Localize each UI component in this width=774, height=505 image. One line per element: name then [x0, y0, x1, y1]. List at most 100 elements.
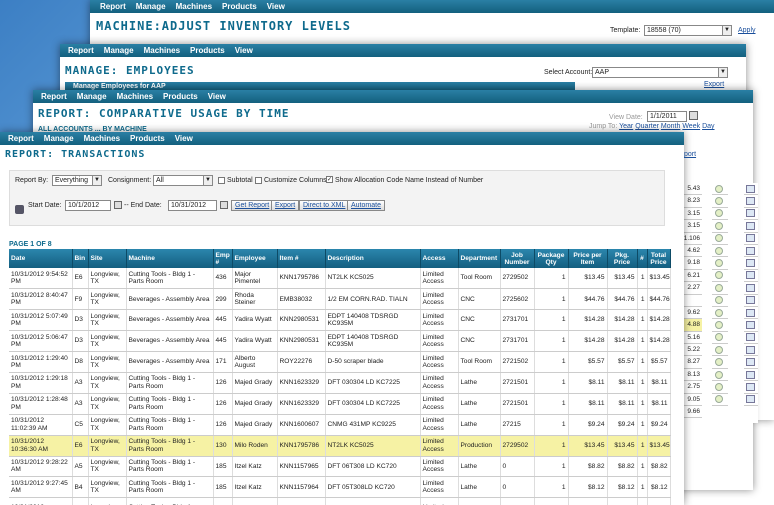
chart-icon[interactable] — [745, 382, 755, 391]
table-row[interactable]: 10/31/2012 8:40:47 PM F9 Longview, TX Bever… — [9, 288, 671, 311]
status-circle-icon[interactable] — [715, 184, 723, 193]
view-date-input[interactable]: 1/1/2011 — [647, 111, 687, 122]
export-button[interactable]: Export — [271, 200, 300, 211]
export-link[interactable]: Export — [704, 81, 724, 88]
nav-manage[interactable]: Manage — [104, 46, 134, 55]
table-row[interactable]: 10/31/2012 5:06:47 PM D3 Longview, TX Bever… — [9, 330, 671, 353]
chart-icon[interactable] — [745, 333, 755, 342]
chart-icon[interactable] — [745, 184, 755, 193]
nav-manage[interactable]: Manage — [136, 2, 166, 11]
nav-view[interactable]: View — [208, 92, 226, 101]
nav-products[interactable]: Products — [130, 134, 165, 143]
table-row[interactable]: 10/31/2012 Longview,Cutting Tools - Bldg … — [9, 497, 671, 505]
account-select[interactable]: AAP ▼ — [592, 67, 728, 78]
column-header[interactable]: Price per Item — [568, 249, 608, 268]
jump-week-link[interactable]: Week — [682, 123, 700, 130]
chart-icon[interactable] — [745, 308, 755, 317]
nav-manage[interactable]: Manage — [77, 92, 107, 101]
end-date-input[interactable]: 10/31/2012 — [168, 200, 217, 211]
chart-icon[interactable] — [745, 296, 755, 305]
chart-icon[interactable] — [745, 221, 755, 230]
status-circle-icon[interactable] — [715, 271, 723, 280]
table-row[interactable]: 10/31/2012 11:02:39 AM C5 Longview, TX Cutt… — [9, 414, 671, 436]
get-report-button[interactable]: Get Report — [231, 200, 274, 211]
nav-machines[interactable]: Machines — [84, 134, 120, 143]
nav-products[interactable]: Products — [222, 2, 257, 11]
allocation-checkbox[interactable]: ✓ — [326, 176, 333, 183]
status-circle-icon[interactable] — [715, 333, 723, 342]
status-circle-icon[interactable] — [715, 345, 723, 354]
chart-icon[interactable] — [745, 345, 755, 354]
column-header[interactable]: # — [637, 249, 648, 268]
nav-products[interactable]: Products — [190, 46, 225, 55]
chart-icon[interactable] — [745, 370, 755, 379]
status-circle-icon[interactable] — [715, 234, 723, 243]
report-by-select[interactable]: Everything ▼ — [52, 175, 102, 186]
nav-report[interactable]: Report — [8, 134, 34, 143]
report-link[interactable]: port — [684, 151, 696, 158]
apply-link[interactable]: Apply — [738, 27, 756, 34]
nav-report[interactable]: Report — [68, 46, 94, 55]
status-circle-icon[interactable] — [715, 382, 723, 391]
nav-view[interactable]: View — [267, 2, 285, 11]
jump-day-link[interactable]: Day — [702, 123, 714, 130]
column-header[interactable]: Item # — [277, 249, 326, 268]
nav-view[interactable]: View — [175, 134, 193, 143]
chart-icon[interactable] — [745, 197, 755, 206]
chart-icon[interactable] — [745, 234, 755, 243]
column-header[interactable]: Date — [9, 249, 73, 268]
column-header[interactable]: Department — [458, 249, 501, 268]
column-header[interactable]: Emp # — [213, 249, 233, 268]
column-header[interactable]: Machine — [126, 249, 214, 268]
status-circle-icon[interactable] — [715, 395, 723, 404]
status-circle-icon[interactable] — [715, 246, 723, 255]
start-date-input[interactable]: 10/1/2012 — [65, 200, 111, 211]
jump-year-link[interactable]: Year — [619, 123, 633, 130]
column-header[interactable]: Job Number — [500, 249, 535, 268]
calendar-icon[interactable] — [220, 201, 228, 209]
column-header[interactable]: Pkg. Price — [607, 249, 638, 268]
jump-quarter-link[interactable]: Quarter — [635, 123, 659, 130]
nav-machines[interactable]: Machines — [117, 92, 153, 101]
subtotal-checkbox[interactable] — [218, 177, 225, 184]
chart-icon[interactable] — [745, 271, 755, 280]
status-circle-icon[interactable] — [715, 320, 723, 329]
status-circle-icon[interactable] — [715, 370, 723, 379]
chart-icon[interactable] — [745, 209, 755, 218]
status-circle-icon[interactable] — [715, 259, 723, 268]
table-row[interactable]: 10/31/2012 1:28:48 PM A3 Longview, TX Cutti… — [9, 393, 671, 415]
chart-icon[interactable] — [745, 358, 755, 367]
column-header[interactable]: Access — [420, 249, 459, 268]
chart-icon[interactable] — [745, 320, 755, 329]
column-header[interactable]: Employee — [232, 249, 278, 268]
nav-view[interactable]: View — [235, 46, 253, 55]
column-header[interactable]: Bin — [72, 249, 89, 268]
nav-products[interactable]: Products — [163, 92, 198, 101]
nav-machines[interactable]: Machines — [144, 46, 180, 55]
chart-icon[interactable] — [745, 259, 755, 268]
status-circle-icon[interactable] — [715, 209, 723, 218]
table-row[interactable]: 10/31/2012 10:36:30 AM E6 Longview, TX Cutt… — [9, 435, 671, 457]
direct-xml-button[interactable]: Direct to XML — [299, 200, 350, 211]
consignment-select[interactable]: All ▼ — [153, 175, 213, 186]
nav-report[interactable]: Report — [100, 2, 126, 11]
jump-month-link[interactable]: Month — [661, 123, 680, 130]
column-header[interactable]: Package Qty — [534, 249, 569, 268]
calendar-icon[interactable] — [114, 201, 122, 209]
template-select[interactable]: 18558 (70) ▼ — [644, 25, 732, 36]
column-header[interactable]: Total Price — [647, 249, 671, 268]
customize-checkbox[interactable] — [255, 177, 262, 184]
status-circle-icon[interactable] — [715, 197, 723, 206]
automate-button[interactable]: Automate — [347, 200, 385, 211]
nav-manage[interactable]: Manage — [44, 134, 74, 143]
chart-icon[interactable] — [745, 246, 755, 255]
chart-icon[interactable] — [745, 395, 755, 404]
status-circle-icon[interactable] — [715, 308, 723, 317]
nav-machines[interactable]: Machines — [176, 2, 212, 11]
table-row[interactable]: 10/31/2012 5:07:49 PM D3 Longview, TX Bever… — [9, 309, 671, 332]
table-row[interactable]: 10/31/2012 1:29:18 PM A3 Longview, TX Cutti… — [9, 372, 671, 394]
status-circle-icon[interactable] — [715, 358, 723, 367]
status-circle-icon[interactable] — [715, 283, 723, 292]
column-header[interactable]: Site — [88, 249, 127, 268]
status-circle-icon[interactable] — [715, 221, 723, 230]
